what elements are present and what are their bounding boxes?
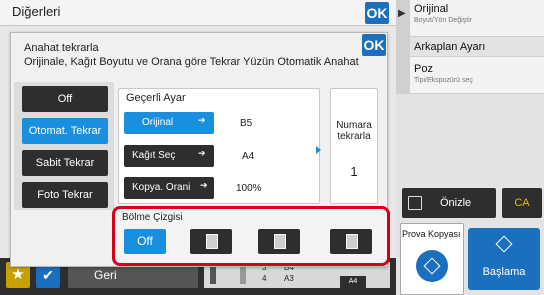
original-size-value: B5 bbox=[240, 118, 253, 129]
dialog-description: Orijinale, Kağıt Boyutu ve Orana göre Te… bbox=[24, 56, 359, 68]
tray-paper-size: A3 bbox=[284, 274, 294, 283]
page-split-icon bbox=[274, 234, 286, 249]
mode-off-button[interactable]: Off bbox=[22, 86, 108, 112]
dialog-title: Anahat tekrarla bbox=[24, 42, 99, 54]
orijinal-title: Orijinal bbox=[414, 3, 449, 15]
tray-indicator-icon bbox=[210, 266, 216, 284]
paper-size-value: A4 bbox=[242, 151, 255, 162]
arkaplan-label: Arkaplan Ayarı bbox=[414, 41, 486, 53]
mode-fixed-repeat-button[interactable]: Sabit Tekrar bbox=[22, 150, 108, 176]
clear-all-button[interactable]: CA bbox=[502, 188, 542, 218]
division-off-button[interactable]: Off bbox=[124, 229, 166, 254]
page-split-icon bbox=[346, 234, 358, 249]
mode-auto-repeat-button[interactable]: Otomat. Tekrar bbox=[22, 118, 108, 144]
arrow-right-icon: ➔ bbox=[200, 180, 208, 190]
mode-photo-repeat-button[interactable]: Foto Tekrar bbox=[22, 182, 108, 208]
arrow-right-icon: ➔ bbox=[198, 148, 206, 158]
page-split-icon bbox=[206, 234, 218, 249]
preview-icon bbox=[408, 196, 422, 210]
tray-indicator-icon bbox=[240, 266, 246, 284]
window-title: Diğerleri bbox=[12, 4, 61, 19]
current-settings-title: Geçerli Ayar bbox=[126, 92, 186, 104]
start-label: Başlama bbox=[482, 266, 526, 278]
selected-paper-badge: A4 bbox=[340, 276, 366, 288]
pointer-triangle-icon bbox=[316, 146, 321, 154]
repeat-count-panel bbox=[330, 88, 378, 204]
repeat-count-label: Numara bbox=[336, 120, 372, 131]
tray-number: 4 bbox=[262, 274, 267, 283]
repeat-count-value: 1 bbox=[350, 164, 358, 179]
repeat-count-label: tekrarla bbox=[337, 131, 371, 142]
window-ok-button[interactable]: OK bbox=[365, 2, 389, 24]
collapse-arrow-icon: ▶ bbox=[398, 8, 406, 19]
poz-title: Poz bbox=[414, 63, 433, 75]
copy-ratio-value: 100% bbox=[236, 183, 262, 194]
poz-subtitle: Tipi/Ekspozürü seç bbox=[414, 77, 473, 84]
dialog-ok-button[interactable]: OK bbox=[362, 34, 386, 56]
division-line-title: Bölme Çizgisi bbox=[122, 212, 183, 223]
orijinal-subtitle: Boyut/Yön Değiştir bbox=[414, 17, 472, 24]
proof-copy-label: Prova Kopyası bbox=[402, 229, 461, 239]
arrow-right-icon: ➔ bbox=[198, 115, 206, 125]
